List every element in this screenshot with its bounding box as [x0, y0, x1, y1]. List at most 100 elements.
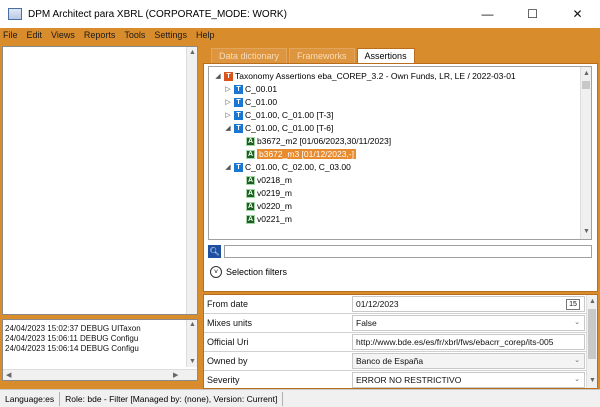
minimize-button[interactable]: — — [465, 0, 510, 28]
collapse-icon[interactable]: ◢ — [213, 72, 223, 80]
scroll-left-icon[interactable]: ◀ — [6, 371, 11, 379]
scroll-down-icon[interactable]: ▼ — [589, 377, 596, 384]
log-line: 24/04/2023 15:02:37 DEBUG UITaxon — [5, 324, 141, 333]
property-value: http://www.bde.es/es/fr/xbrl/fws/ebacrr_… — [356, 337, 554, 347]
official-uri-field[interactable]: http://www.bde.es/es/fr/xbrl/fws/ebacrr_… — [352, 334, 585, 350]
tree-node[interactable]: ▷ T C_01.00 — [223, 96, 277, 108]
scroll-up-icon[interactable]: ▲ — [189, 321, 196, 328]
expand-icon[interactable]: ▷ — [223, 111, 233, 119]
chevron-down-icon[interactable]: ⌄ — [574, 356, 580, 364]
scroll-thumb[interactable] — [588, 309, 596, 359]
calendar-icon[interactable]: 15 — [566, 299, 580, 310]
log-panel[interactable]: 24/04/2023 15:02:37 DEBUG UITaxon 24/04/… — [2, 319, 198, 381]
tab-frameworks[interactable]: Frameworks — [289, 48, 355, 63]
table-icon: T — [234, 84, 243, 94]
table-icon: T — [234, 110, 243, 120]
tree-node-label: C_01.00 — [245, 97, 278, 107]
tree-node-label: C_00.01 — [245, 84, 278, 94]
tree-leaf[interactable]: A v0218_m — [245, 174, 292, 186]
tree-leaf-label: v0219_m — [257, 188, 292, 198]
property-value: 01/12/2023 — [356, 299, 399, 309]
from-date-field[interactable]: 01/12/2023 15 — [352, 296, 585, 312]
scroll-down-icon[interactable]: ▼ — [189, 358, 196, 365]
selection-filters-toggle[interactable]: ˅ Selection filters — [210, 266, 287, 278]
menu-views[interactable]: Views — [51, 30, 75, 40]
tree-node-label: C_01.00, C_01.00 [T-3] — [245, 110, 334, 120]
work-area: ▲ 24/04/2023 15:02:37 DEBUG UITaxon 24/0… — [0, 42, 600, 389]
properties-scrollbar[interactable]: ▲ ▼ — [586, 295, 597, 388]
property-name: Mixes units — [207, 318, 253, 328]
property-value: Banco de España — [356, 356, 424, 366]
assertion-icon: A — [246, 149, 255, 159]
tree-root-label: Taxonomy Assertions eba_COREP_3.2 - Own … — [235, 71, 516, 81]
tree-leaf[interactable]: A v0221_m — [245, 213, 292, 225]
assertion-icon: A — [246, 214, 255, 224]
assertion-icon: A — [246, 201, 255, 211]
mixes-units-select[interactable]: False ⌄ — [352, 315, 585, 331]
scroll-down-icon[interactable]: ▼ — [583, 228, 590, 235]
chevron-down-icon[interactable]: ⌄ — [574, 375, 580, 383]
property-name: From date — [207, 299, 249, 309]
log-horizontal-scrollbar[interactable]: ◀ ▶ — [3, 369, 197, 380]
property-value: False — [356, 318, 377, 328]
status-role: Role: bde - Filter [Managed by: (none), … — [60, 391, 284, 406]
tab-data-dictionary[interactable]: Data dictionary — [211, 48, 288, 63]
tab-strip: Data dictionary Frameworks Assertions — [211, 48, 417, 63]
menu-help[interactable]: Help — [196, 30, 215, 40]
left-explorer-panel[interactable]: ▲ — [2, 46, 198, 315]
tree-node[interactable]: ▷ T C_01.00, C_01.00 [T-3] — [223, 109, 333, 121]
assertions-panel: ◢ T Taxonomy Assertions eba_COREP_3.2 - … — [203, 63, 598, 292]
search-input[interactable] — [224, 245, 592, 258]
tab-assertions[interactable]: Assertions — [356, 48, 415, 63]
tree-leaf-label: v0220_m — [257, 201, 292, 211]
severity-select[interactable]: ERROR NO RESTRICTIVO ⌄ — [352, 372, 585, 388]
expand-icon[interactable]: ▷ — [223, 85, 233, 93]
taxonomy-icon: T — [224, 71, 233, 81]
tree-leaf-label: v0218_m — [257, 175, 292, 185]
tree-leaf[interactable]: A v0219_m — [245, 187, 292, 199]
scroll-up-icon[interactable]: ▲ — [583, 70, 590, 77]
chevron-down-icon[interactable]: ⌄ — [574, 318, 580, 326]
tree-leaf-label: b3672_m2 [01/06/2023,30/11/2023] — [257, 136, 392, 146]
status-bar: Language:es Role: bde - Filter [Managed … — [0, 389, 600, 407]
menu-settings[interactable]: Settings — [154, 30, 187, 40]
maximize-button[interactable]: ☐ — [510, 0, 555, 28]
property-name: Severity — [207, 375, 240, 385]
collapse-icon[interactable]: ◢ — [223, 124, 233, 132]
tree-leaf-selected[interactable]: A b3672_m3 [01/12/2023,-] — [245, 148, 356, 160]
menu-tools[interactable]: Tools — [124, 30, 145, 40]
scroll-right-icon[interactable]: ▶ — [173, 371, 178, 379]
search-icon[interactable]: 🔍︎ — [208, 245, 221, 258]
collapse-icon[interactable]: ◢ — [223, 163, 233, 171]
tree-node[interactable]: ◢ T C_01.00, C_02.00, C_03.00 — [223, 161, 351, 173]
tree-node[interactable]: ◢ T C_01.00, C_01.00 [T-6] — [223, 122, 333, 134]
scroll-thumb[interactable] — [582, 81, 590, 89]
left-panel-scrollbar[interactable]: ▲ — [186, 47, 197, 314]
assertions-tree[interactable]: ◢ T Taxonomy Assertions eba_COREP_3.2 - … — [208, 66, 592, 240]
property-name: Owned by — [207, 356, 248, 366]
assertion-icon: A — [246, 136, 255, 146]
tree-root[interactable]: ◢ T Taxonomy Assertions eba_COREP_3.2 - … — [213, 70, 516, 82]
search-row: 🔍︎ — [208, 245, 592, 258]
tree-scrollbar[interactable]: ▲ ▼ — [580, 67, 591, 239]
tree-leaf[interactable]: A b3672_m2 [01/06/2023,30/11/2023] — [245, 135, 391, 147]
scroll-up-icon[interactable]: ▲ — [189, 49, 196, 56]
assertion-icon: A — [246, 188, 255, 198]
property-row: Official Uri http://www.bde.es/es/fr/xbr… — [204, 333, 587, 352]
log-line: 24/04/2023 15:06:11 DEBUG Configu — [5, 334, 139, 343]
tree-node[interactable]: ▷ T C_00.01 — [223, 83, 277, 95]
owned-by-select[interactable]: Banco de España ⌄ — [352, 353, 585, 369]
tree-node-label: C_01.00, C_01.00 [T-6] — [245, 123, 334, 133]
property-value: ERROR NO RESTRICTIVO — [356, 375, 462, 385]
expand-icon[interactable]: ▷ — [223, 98, 233, 106]
property-row: Owned by Banco de España ⌄ — [204, 352, 587, 371]
menu-edit[interactable]: Edit — [27, 30, 43, 40]
window-title: DPM Architect para XBRL (CORPORATE_MODE:… — [28, 8, 287, 20]
menu-reports[interactable]: Reports — [84, 30, 116, 40]
menu-file[interactable]: File — [3, 30, 18, 40]
log-vertical-scrollbar[interactable]: ▲ ▼ — [186, 320, 197, 367]
scroll-up-icon[interactable]: ▲ — [589, 298, 596, 305]
close-button[interactable]: ✕ — [555, 0, 600, 28]
properties-grid: From date 01/12/2023 15 Mixes units Fals… — [203, 294, 598, 389]
tree-leaf[interactable]: A v0220_m — [245, 200, 292, 212]
